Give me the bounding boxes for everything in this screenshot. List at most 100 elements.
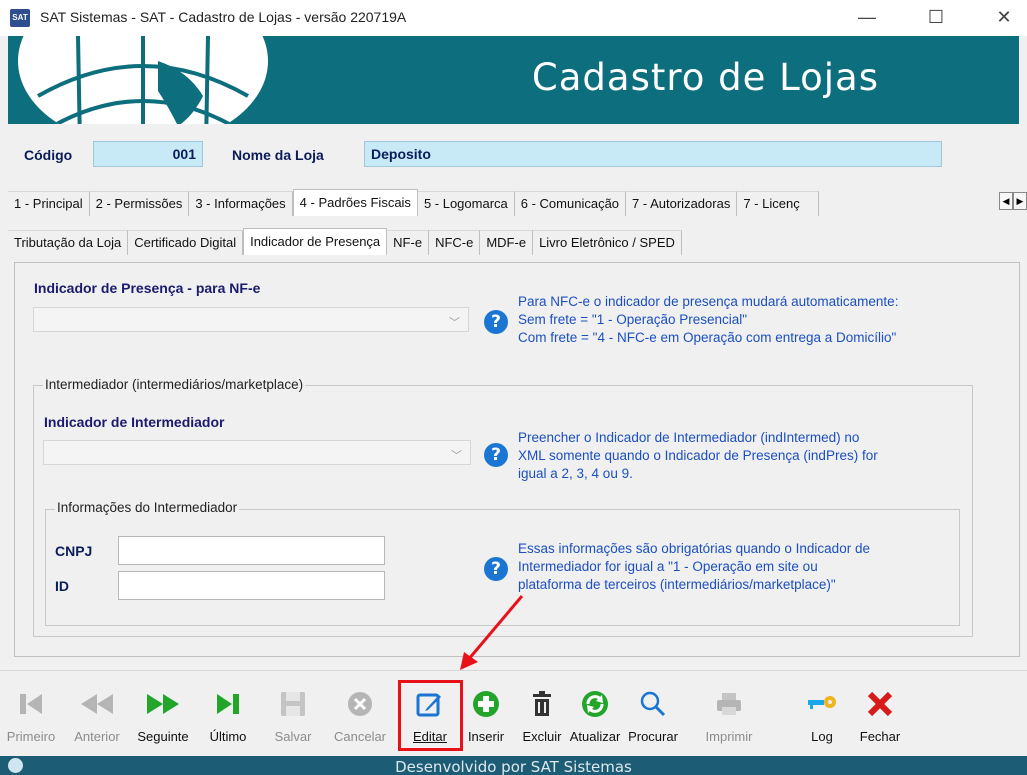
trash-icon [533, 691, 551, 716]
last-label: Último [209, 729, 247, 744]
cancel-button[interactable]: Cancelar [330, 685, 390, 744]
banner-title: Cadastro de Lojas [531, 56, 879, 99]
window-title: SAT Sistemas - SAT - Cadastro de Lojas -… [40, 9, 407, 25]
tab-scroll-right-icon[interactable]: ▶ [1013, 192, 1027, 210]
last-icon [217, 694, 239, 714]
nome-loja-field[interactable]: Deposito [364, 141, 942, 167]
print-label: Imprimir [705, 729, 753, 744]
search-icon [640, 691, 666, 717]
id-input[interactable] [118, 571, 385, 600]
status-text: Desenvolvido por SAT Sistemas [395, 758, 632, 775]
tab-scroll-left-icon[interactable]: ◀ [999, 192, 1013, 210]
tab-scroll: ◀ ▶ [999, 192, 1027, 212]
insert-label: Inserir [467, 729, 505, 744]
first-button[interactable]: Primeiro [2, 685, 60, 744]
info-help-line: plataforma de terceiros (intermediários/… [518, 577, 836, 592]
tab-logomarca[interactable]: 5 - Logomarca [417, 191, 515, 216]
next-button[interactable]: Seguinte [132, 685, 194, 744]
tab-padroes-fiscais[interactable]: 4 - Padrões Fiscais [292, 189, 418, 216]
close-button[interactable]: Fechar [856, 685, 904, 744]
subtab-nfce[interactable]: NFC-e [429, 230, 481, 255]
tab-autorizadoras[interactable]: 7 - Autorizadoras [626, 191, 738, 216]
first-icon [20, 694, 42, 714]
next-label: Seguinte [137, 729, 189, 744]
save-icon [281, 692, 305, 716]
minimize-button[interactable]: — [844, 0, 890, 36]
close-window-button[interactable]: ✕ [981, 0, 1027, 36]
search-button[interactable]: Procurar [624, 685, 682, 744]
delete-label: Excluir [522, 729, 562, 744]
info-help-line: Essas informações são obrigatórias quand… [518, 541, 870, 556]
print-icon [717, 693, 741, 715]
previous-icon [81, 694, 113, 714]
app-logo-icon: SAT [10, 9, 30, 27]
help-icon: ? [484, 557, 508, 581]
main-tabs: 1 - Principal 2 - Permissões 3 - Informa… [8, 189, 820, 216]
cancel-icon [348, 692, 372, 716]
tab-permissoes[interactable]: 2 - Permissões [89, 191, 190, 216]
save-label: Salvar [274, 729, 312, 744]
info-intermediador-group-title: Informações do Intermediador [55, 500, 240, 515]
subtab-sped[interactable]: Livro Eletrônico / SPED [533, 230, 682, 255]
intermediador-title: Indicador de Intermediador [44, 414, 225, 430]
print-button[interactable]: Imprimir [698, 685, 760, 744]
help-icon: ? [484, 443, 508, 467]
tab-informacoes[interactable]: 3 - Informações [189, 191, 293, 216]
maximize-button[interactable]: ☐ [913, 0, 959, 36]
globe-logo-icon [18, 36, 268, 124]
next-icon [147, 694, 179, 714]
annotation-arrow-icon [460, 595, 524, 670]
save-button[interactable]: Salvar [272, 685, 314, 744]
intermediador-combo[interactable]: ﹀ [43, 440, 471, 465]
subtab-tributacao[interactable]: Tributação da Loja [8, 230, 129, 255]
first-label: Primeiro [6, 729, 56, 744]
last-button[interactable]: Último [202, 685, 254, 744]
chevron-down-icon: ﹀ [449, 317, 460, 329]
presenca-help-line: Sem frete = "1 - Operação Presencial" [518, 312, 748, 327]
presenca-combo[interactable]: ﹀ [33, 307, 469, 332]
intermediador-help: Preencher o Indicador de Intermediador (… [518, 429, 878, 483]
intermediador-help-line: Preencher o Indicador de Intermediador (… [518, 430, 860, 445]
insert-button[interactable]: Inserir [466, 685, 506, 744]
intermediador-help-line: igual a 2, 3, 4 ou 9. [518, 466, 633, 481]
subtab-nfe[interactable]: NF-e [387, 230, 430, 255]
previous-button[interactable]: Anterior [66, 685, 128, 744]
status-bar: Desenvolvido por SAT Sistemas [0, 756, 1027, 775]
tab-principal[interactable]: 1 - Principal [8, 191, 90, 216]
log-label: Log [811, 729, 833, 744]
intermediador-group-title: Intermediador (intermediários/marketplac… [43, 377, 306, 392]
chevron-down-icon: ﹀ [451, 450, 462, 462]
refresh-label: Atualizar [569, 729, 621, 744]
toolbar: Primeiro Anterior Seguinte Último Salvar… [0, 670, 1027, 756]
search-label: Procurar [628, 729, 678, 744]
tab-comunicacao[interactable]: 6 - Comunicação [514, 191, 627, 216]
subtab-mdfe[interactable]: MDF-e [480, 230, 534, 255]
delete-button[interactable]: Excluir [514, 685, 570, 744]
codigo-field[interactable]: 001 [93, 141, 203, 167]
title-bar: SAT SAT Sistemas - SAT - Cadastro de Loj… [0, 0, 1027, 36]
presenca-help: Para NFC-e o indicador de presença mudar… [518, 293, 898, 347]
edit-highlight-box [398, 680, 463, 751]
cancel-label: Cancelar [333, 729, 387, 744]
help-icon: ? [484, 310, 508, 334]
close-label: Fechar [859, 729, 901, 744]
banner: Cadastro de Lojas [8, 36, 1019, 124]
subtab-certificado[interactable]: Certificado Digital [128, 230, 244, 255]
log-button[interactable]: Log [800, 685, 844, 744]
cnpj-label: CNPJ [55, 543, 93, 559]
cnpj-input[interactable] [118, 536, 385, 565]
refresh-button[interactable]: Atualizar [566, 685, 624, 744]
presenca-help-line: Para NFC-e o indicador de presença mudar… [518, 294, 899, 309]
info-help: Essas informações são obrigatórias quand… [518, 540, 870, 594]
nome-loja-label: Nome da Loja [232, 147, 324, 163]
presenca-title: Indicador de Presença - para NF-e [34, 280, 261, 296]
close-icon [867, 691, 893, 717]
id-label: ID [55, 578, 69, 594]
info-help-line: Intermediador for igual a "1 - Operação … [518, 559, 818, 574]
key-icon [808, 696, 836, 709]
tab-licencas[interactable]: 7 - Licenç [737, 191, 820, 216]
add-icon [473, 691, 499, 717]
sub-tabs: Tributação da Loja Certificado Digital I… [8, 228, 682, 255]
subtab-indicador-presenca[interactable]: Indicador de Presença [243, 228, 388, 255]
refresh-icon [582, 691, 608, 717]
